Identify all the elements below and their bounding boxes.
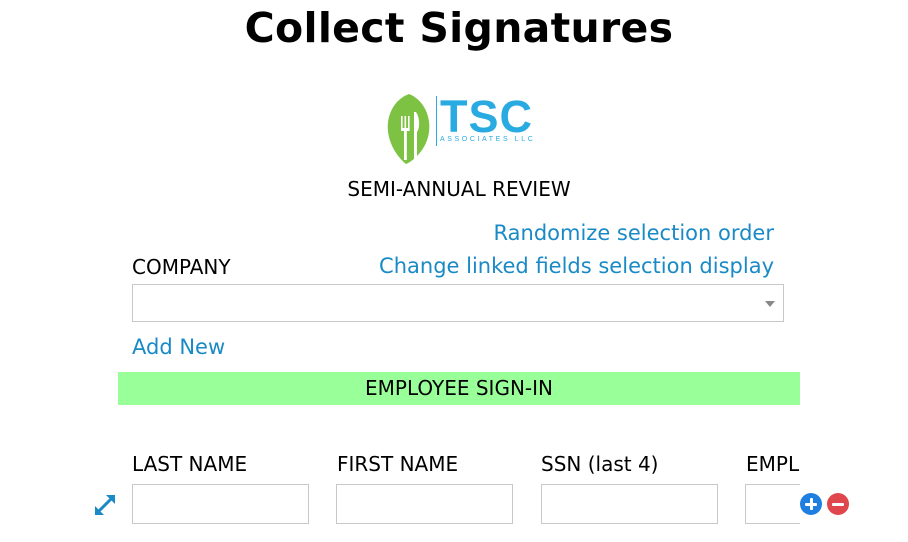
chevron-down-icon (765, 301, 775, 307)
change-linked-fields-display-link[interactable]: Change linked fields selection display (379, 254, 774, 278)
randomize-selection-order-link[interactable]: Randomize selection order (494, 221, 774, 245)
collect-signatures-page: Collect Signatures TSC ASSOCIATES LLC SE… (0, 0, 908, 542)
logo-divider (436, 96, 437, 146)
company-logo: TSC ASSOCIATES LLC (384, 92, 538, 166)
logo-subtext: ASSOCIATES LLC (440, 136, 536, 143)
add-new-link[interactable]: Add New (132, 335, 225, 359)
page-title: Collect Signatures (244, 4, 674, 52)
first-name-input[interactable] (336, 484, 513, 524)
form-subtitle: SEMI-ANNUAL REVIEW (347, 177, 571, 201)
first-name-label: FIRST NAME (337, 452, 459, 476)
employee-column-label: EMPL (746, 452, 800, 476)
ssn-input[interactable] (541, 484, 718, 524)
last-name-input[interactable] (132, 484, 309, 524)
logo-text: TSC (440, 91, 533, 142)
plus-circle-icon[interactable] (800, 493, 822, 515)
ssn-label: SSN (last 4) (541, 452, 659, 476)
employee-input[interactable] (745, 484, 800, 524)
employee-sign-in-header: EMPLOYEE SIGN-IN (118, 372, 800, 405)
company-select[interactable] (132, 284, 784, 322)
company-label: COMPANY (132, 255, 231, 279)
employee-grid: LAST NAME FIRST NAME SSN (last 4) EMPL (118, 440, 800, 542)
expand-arrows-icon[interactable] (92, 492, 118, 518)
last-name-label: LAST NAME (132, 452, 248, 476)
minus-circle-icon[interactable] (827, 493, 849, 515)
leaf-fork-knife-icon (387, 94, 430, 164)
